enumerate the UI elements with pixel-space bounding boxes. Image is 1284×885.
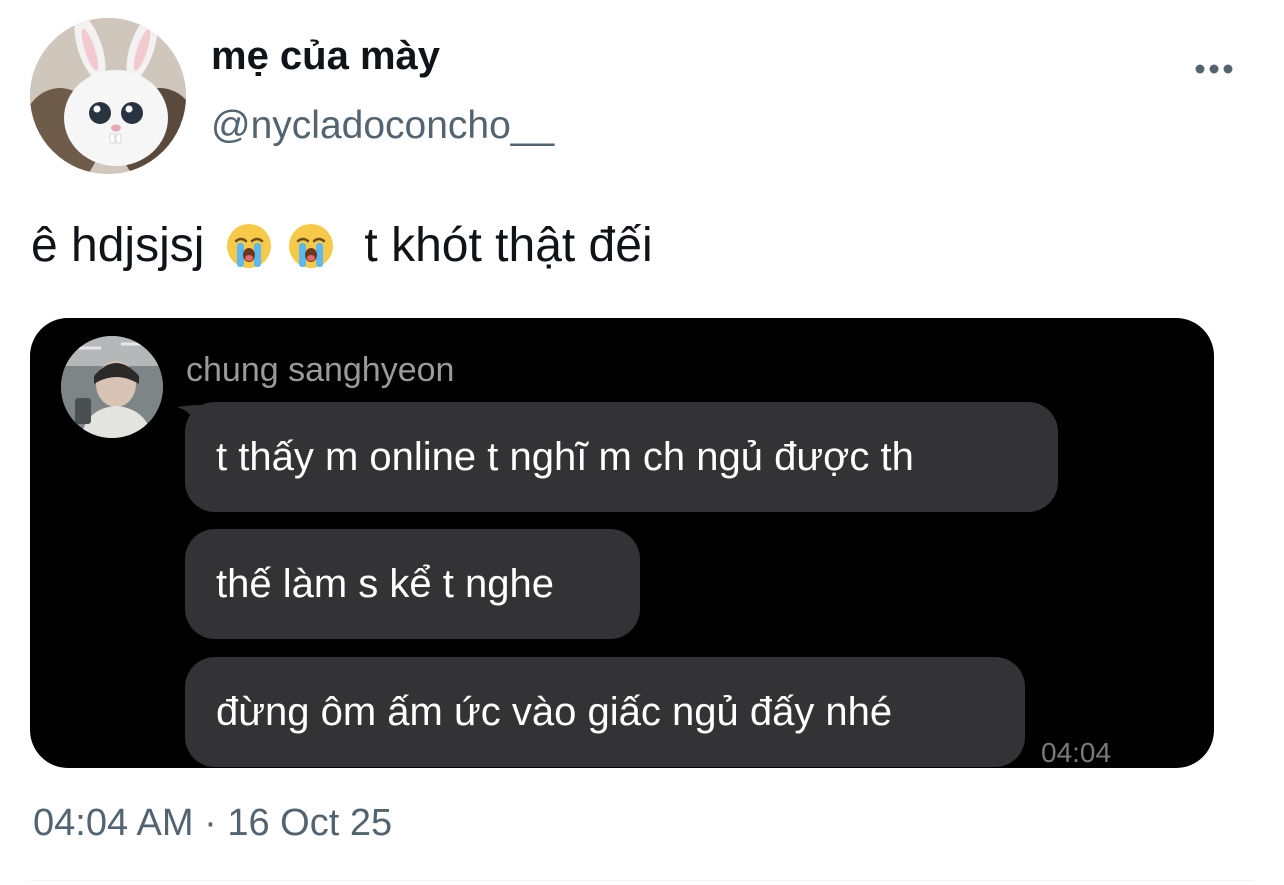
tweet-text-before: ê hdjsjsj <box>31 219 205 272</box>
chat-message-text: thế làm s kể t nghe <box>216 561 554 606</box>
loudly-crying-face-emoji-icon <box>289 223 334 268</box>
chat-sender-avatar <box>61 336 163 438</box>
chat-message-text: đừng ôm ấm ức vào giấc ngủ đấy nhé <box>216 689 893 734</box>
chat-message-bubble: t thấy m online t nghĩ m ch ngủ được th <box>185 402 1058 512</box>
loudly-crying-face-emoji-icon <box>227 223 272 268</box>
author-handle[interactable]: @nycladoconcho__ <box>211 104 554 148</box>
more-options-button[interactable] <box>1192 52 1236 86</box>
author-display-name[interactable]: mẹ của mày <box>211 34 440 79</box>
tweet-timestamp[interactable]: 04:04 AM · 16 Oct 25 <box>33 802 392 845</box>
tweet-text: ê hdjsjsj t khót thật đếi <box>31 218 653 273</box>
author-avatar[interactable] <box>30 18 186 174</box>
chat-message-bubble: đừng ôm ấm ức vào giấc ngủ đấy nhé <box>185 657 1025 767</box>
attached-chat-screenshot[interactable]: chung sanghyeon t thấy m online t nghĩ m… <box>30 318 1214 768</box>
tweet-text-after: t khót thật đếi <box>364 219 653 272</box>
chat-sender-name: chung sanghyeon <box>186 351 455 389</box>
person-photo-image <box>61 336 163 438</box>
bunny-avatar-image <box>30 18 186 174</box>
more-dots-icon <box>1195 64 1233 74</box>
chat-message-time: 04:04 <box>1041 737 1112 768</box>
chat-message-bubble: thế làm s kể t nghe <box>185 529 640 639</box>
divider <box>30 880 1254 881</box>
chat-message-text: t thấy m online t nghĩ m ch ngủ được th <box>216 434 914 479</box>
